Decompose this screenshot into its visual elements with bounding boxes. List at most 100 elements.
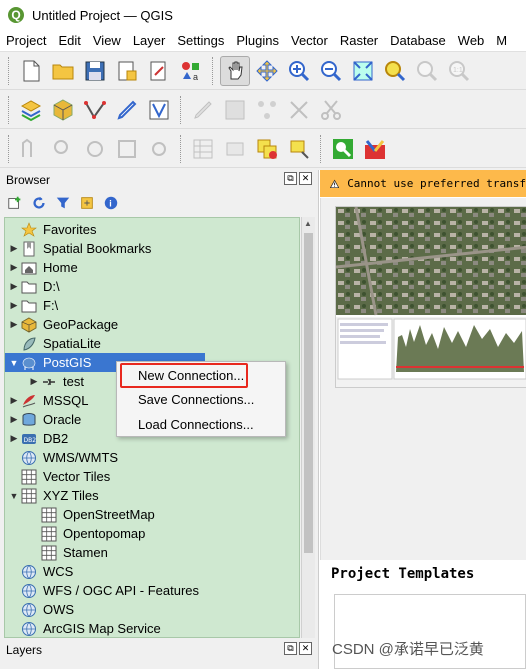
tree-item-spatial-bookmarks[interactable]: ▶ Spatial Bookmarks [5,239,299,258]
menu-settings[interactable]: Settings [171,33,230,48]
add-feature-icon[interactable] [252,95,282,125]
float-panel-button[interactable]: ⧉ [284,172,297,185]
tree-item-openstreetmap[interactable]: OpenStreetMap [5,505,299,524]
browser-scrollbar[interactable]: ▲ [301,217,315,638]
cut-features-icon[interactable] [316,95,346,125]
collapse-arrow-icon[interactable]: ▼ [7,491,21,501]
vertex-tool-icon[interactable] [144,95,174,125]
new-connection-menu-item[interactable]: New Connection... [138,364,244,386]
toolbar-handle[interactable] [8,95,12,124]
menu-plugins[interactable]: Plugins [230,33,285,48]
toolbar-handle[interactable] [320,134,324,163]
menu-edit[interactable]: Edit [52,33,86,48]
pan-map-icon[interactable] [220,55,250,86]
add-selected-layers-icon[interactable] [6,194,24,212]
recent-project-thumbnail[interactable] [335,206,526,388]
scroll-up-arrow-icon[interactable]: ▲ [304,219,312,228]
info-icon[interactable]: i [102,194,120,212]
scrollbar-thumb[interactable] [304,233,313,553]
new-geopackage-layer-icon[interactable] [48,95,78,125]
data-source-manager-icon[interactable] [16,95,46,125]
expand-arrow-icon[interactable]: ▶ [7,414,21,425]
collapse-arrow-icon[interactable]: ▼ [7,358,21,368]
tree-item-geopackage[interactable]: ▶ GeoPackage [5,315,299,334]
current-edits-icon[interactable] [112,95,142,125]
select-features-icon[interactable] [48,134,78,164]
save-edits-icon[interactable] [220,95,250,125]
toolbar-handle[interactable] [8,56,12,85]
toolbar-handle[interactable] [180,95,184,124]
expand-arrow-icon[interactable]: ▶ [7,395,21,406]
digitize-icon[interactable] [80,95,110,125]
processing-toolbox-icon[interactable] [360,134,390,164]
expand-arrow-icon[interactable]: ▶ [7,262,21,273]
menu-layer[interactable]: Layer [127,33,172,48]
style-manager-icon[interactable]: a [176,56,206,86]
python-console-icon[interactable] [328,134,358,164]
tree-item-home[interactable]: ▶ Home [5,258,299,277]
new-project-icon[interactable] [16,56,46,86]
deselect-icon[interactable] [80,134,110,164]
expand-arrow-icon[interactable]: ▶ [7,243,21,254]
menu-view[interactable]: View [87,33,127,48]
delete-selected-icon[interactable] [284,95,314,125]
select-by-value-icon[interactable] [112,134,142,164]
tree-item-d[interactable]: ▶ D:\ [5,277,299,296]
tree-item-label: PostGIS [43,355,92,370]
expand-arrow-icon[interactable]: ▶ [7,433,21,444]
tree-item-arcgis-map-service[interactable]: ArcGIS Map Service [5,619,299,637]
tree-item-spatialite[interactable]: SpatiaLite [5,334,299,353]
menu-mesh[interactable]: M [490,33,513,48]
tree-item-f[interactable]: ▶ F:\ [5,296,299,315]
label-pin-icon[interactable] [284,134,314,164]
refresh-icon[interactable] [30,194,48,212]
expand-arrow-icon[interactable]: ▶ [27,376,41,387]
save-connections-menu-item[interactable]: Save Connections... [138,388,254,410]
open-project-icon[interactable] [48,56,78,86]
warning-text: Cannot use preferred transf [347,177,526,190]
zoom-out-icon[interactable] [316,56,346,86]
load-connections-menu-item[interactable]: Load Connections... [138,413,254,435]
zoom-to-native-resolution-icon[interactable]: 1:1 [444,56,474,86]
collapse-all-icon[interactable] [78,194,96,212]
toggle-editing-icon[interactable] [188,95,218,125]
field-calculator-icon[interactable] [144,134,174,164]
attribute-table-icon[interactable] [188,134,218,164]
save-project-icon[interactable] [80,56,110,86]
tree-item-ows[interactable]: OWS [5,600,299,619]
close-panel-button[interactable]: ✕ [299,642,312,655]
tree-item-xyz-tiles[interactable]: ▼ XYZ Tiles [5,486,299,505]
remove-selection-icon[interactable] [220,134,250,164]
tree-item-wms-wmts[interactable]: WMS/WMTS [5,448,299,467]
expand-arrow-icon[interactable]: ▶ [7,300,21,311]
tree-item-favorites[interactable]: Favorites [5,220,299,239]
menu-vector[interactable]: Vector [285,33,334,48]
tree-item-opentopomap[interactable]: Opentopomap [5,524,299,543]
menu-database[interactable]: Database [384,33,452,48]
expand-arrow-icon[interactable]: ▶ [7,281,21,292]
filter-icon[interactable] [54,194,72,212]
toolbar-handle[interactable] [212,56,216,85]
identify-icon[interactable] [16,134,46,164]
new-print-layout-icon[interactable] [112,56,142,86]
zoom-full-icon[interactable] [348,56,378,86]
tree-item-stamen[interactable]: Stamen [5,543,299,562]
menu-project[interactable]: Project [0,33,52,48]
zoom-to-layer-icon[interactable] [412,56,442,86]
zoom-in-icon[interactable] [284,56,314,86]
toolbar-handle[interactable] [8,134,12,163]
float-panel-button[interactable]: ⧉ [284,642,297,655]
tree-item-wcs[interactable]: WCS [5,562,299,581]
menu-web[interactable]: Web [452,33,491,48]
tree-item-wfs-ogc-api-features[interactable]: WFS / OGC API - Features [5,581,299,600]
close-panel-button[interactable]: ✕ [299,172,312,185]
menu-raster[interactable]: Raster [334,33,384,48]
toolbar-handle[interactable] [180,134,184,163]
globe-icon [21,450,37,466]
zoom-to-selection-icon[interactable] [380,56,410,86]
tree-item-vector-tiles[interactable]: Vector Tiles [5,467,299,486]
expand-arrow-icon[interactable]: ▶ [7,319,21,330]
select-by-expression-icon[interactable] [252,134,282,164]
pan-to-selection-icon[interactable] [252,56,282,86]
show-layout-manager-icon[interactable] [144,56,174,86]
